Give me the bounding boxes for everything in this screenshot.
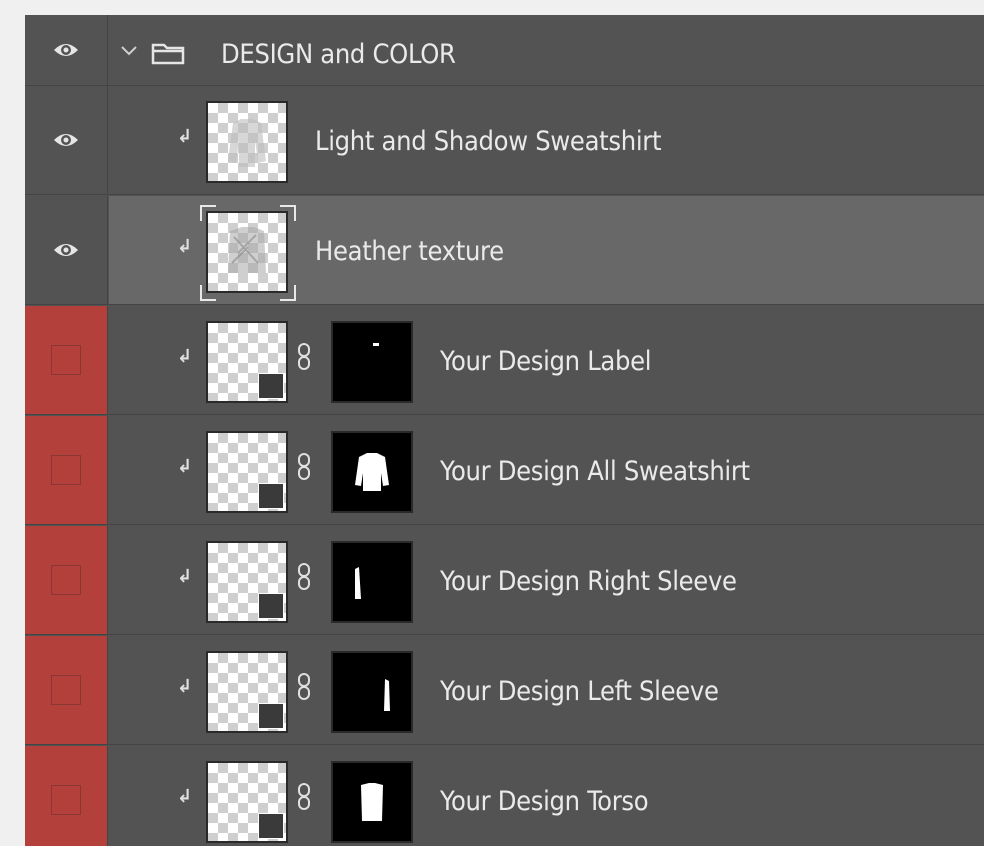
layer-visibility-toggle[interactable] [25,636,108,744]
layer-thumbnail[interactable] [206,431,288,513]
layer-name: Your Design Label [440,346,652,377]
mask-shape [373,343,379,346]
clipping-mask-icon: ↲ [177,786,193,807]
layer-content: ↲ Your Design Left Sleeve [109,636,984,744]
smart-object-icon [258,813,284,839]
chain-link-icon[interactable] [296,782,312,812]
layer-content: ↲ Your Design Label [109,306,984,414]
layer-mask-thumbnail[interactable] [331,321,413,403]
layer-name: Light and Shadow Sweatshirt [315,126,662,157]
layer-visibility-toggle[interactable] [25,86,108,194]
group-visibility-toggle[interactable] [25,15,108,85]
group-content: DESIGN and COLOR [109,15,984,85]
layer-content: ↲ Your Design Right Sleeve [109,526,984,634]
layer-name: Your Design Left Sleeve [440,676,719,707]
layer-row[interactable]: ↲ Your Design Label [25,306,984,415]
layer-row[interactable]: ↲ Your Design Right Sleeve [25,526,984,635]
layer-name: Your Design All Sweatshirt [440,456,750,487]
selection-corner [280,285,296,301]
chain-link-icon[interactable] [296,562,312,592]
selection-corner [200,285,216,301]
layer-content: ↲ Your Design All Sweatshirt [109,416,984,524]
heather-texture-icon [228,227,266,273]
layer-row[interactable]: ↲ Your Design Torso [25,746,984,846]
layer-visibility-toggle[interactable] [25,416,108,524]
clipping-mask-icon: ↲ [177,456,193,477]
hidden-visibility-box [51,455,81,485]
sweatshirt-mask-shape [355,453,389,491]
left-sleeve-mask-shape [384,679,390,711]
eye-icon [54,244,78,256]
smart-object-icon [258,703,284,729]
chain-link-icon[interactable] [296,672,312,702]
right-sleeve-mask-shape [355,567,361,599]
hidden-visibility-box [51,675,81,705]
hidden-visibility-box [51,345,81,375]
smart-object-icon [258,483,284,509]
layer-name: Your Design Right Sleeve [440,566,737,597]
eye-icon [54,134,78,146]
layer-row[interactable]: ↲ Your Design All Sweatshirt [25,416,984,525]
layer-visibility-toggle[interactable] [25,306,108,414]
folder-icon [151,43,185,65]
layer-content: ↲ Heather texture [109,196,984,304]
sweatshirt-shadow-icon [228,119,266,167]
clipping-mask-icon: ↲ [177,126,193,147]
layer-visibility-toggle[interactable] [25,746,108,846]
layer-thumbnail[interactable] [206,211,288,293]
layer-visibility-toggle[interactable] [25,196,108,304]
layer-visibility-toggle[interactable] [25,526,108,634]
chain-link-icon[interactable] [296,452,312,482]
layer-thumbnail[interactable] [206,651,288,733]
group-name: DESIGN and COLOR [221,39,456,70]
layer-content: ↲ Your Design Torso [109,746,984,846]
clipping-mask-icon: ↲ [177,676,193,697]
chain-link-icon[interactable] [296,342,312,372]
layer-mask-thumbnail[interactable] [331,431,413,513]
clipping-mask-icon: ↲ [177,566,193,587]
layer-mask-thumbnail[interactable] [331,651,413,733]
layer-mask-thumbnail[interactable] [331,541,413,623]
clipping-mask-icon: ↲ [177,236,193,257]
layer-content: ↲ Light and Shadow Sweatshirt [109,86,984,194]
selection-corner [280,205,296,221]
smart-object-icon [258,593,284,619]
layer-row[interactable]: ↲ Your Design Left Sleeve [25,636,984,745]
layer-thumbnail[interactable] [206,101,288,183]
selection-corner [200,205,216,221]
layer-name: Heather texture [315,236,504,267]
layer-row[interactable]: ↲ Light and Shadow Sweatshirt [25,86,984,195]
layer-thumbnail[interactable] [206,321,288,403]
hidden-visibility-box [51,565,81,595]
layer-group-row[interactable]: DESIGN and COLOR [25,15,984,86]
layer-mask-thumbnail[interactable] [331,761,413,843]
layers-panel: DESIGN and COLOR ↲ Light and Shadow Swea… [25,15,984,846]
layer-thumbnail[interactable] [206,761,288,843]
torso-mask-shape [361,783,383,821]
layer-name: Your Design Torso [440,786,649,817]
smart-object-icon [258,373,284,399]
hidden-visibility-box [51,785,81,815]
layer-thumbnail[interactable] [206,541,288,623]
chevron-down-icon[interactable] [120,45,138,57]
clipping-mask-icon: ↲ [177,346,193,367]
eye-icon [54,44,78,56]
layer-row-selected[interactable]: ↲ Heather texture [25,196,984,305]
